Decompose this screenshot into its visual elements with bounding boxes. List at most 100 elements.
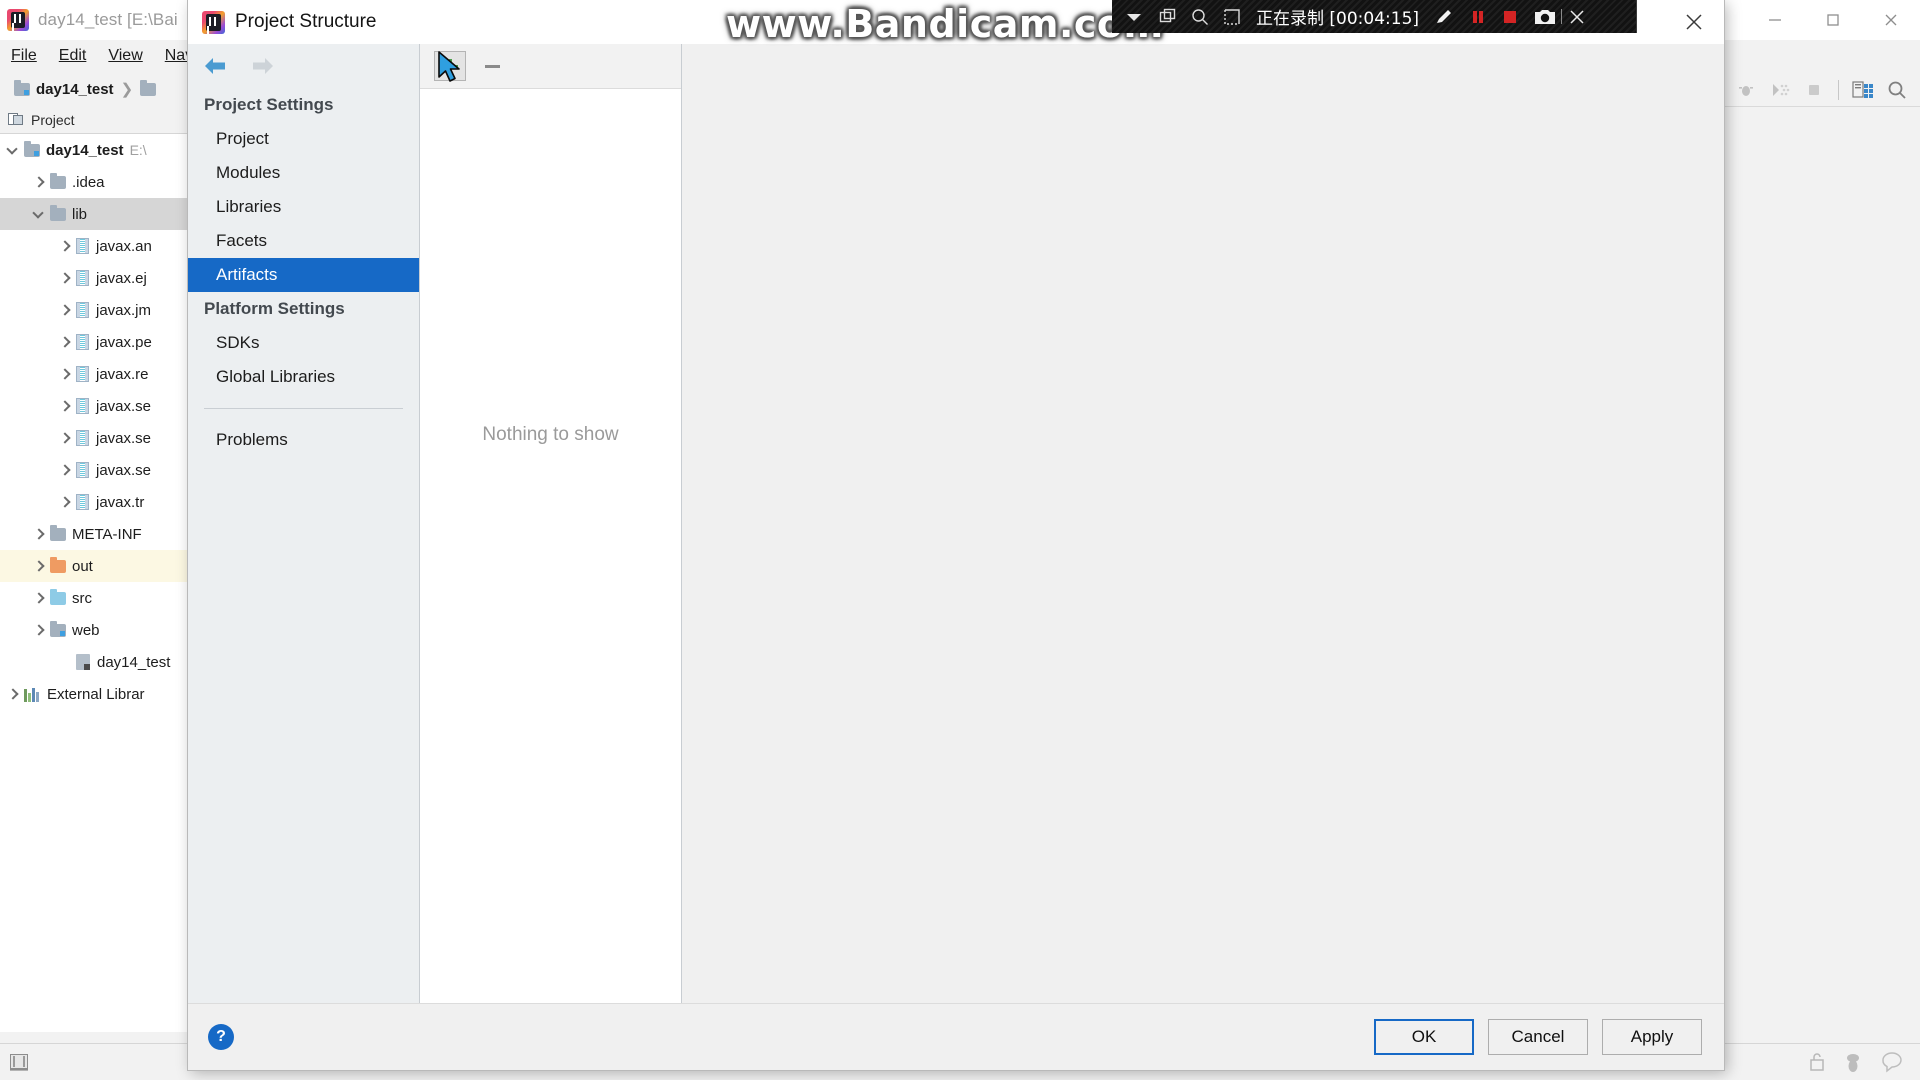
tree-expand-arrow-icon[interactable] bbox=[58, 655, 72, 669]
tree-row[interactable]: lib bbox=[0, 198, 188, 230]
sidebar-item-facets[interactable]: Facets bbox=[188, 224, 419, 258]
coverage-icon[interactable] bbox=[1765, 76, 1795, 104]
apply-button[interactable]: Apply bbox=[1602, 1019, 1702, 1055]
intellij-idea-logo bbox=[7, 9, 29, 31]
notifications-icon[interactable] bbox=[1880, 1051, 1904, 1073]
dialog-close-button[interactable] bbox=[1664, 0, 1724, 44]
ide-minimize-button[interactable] bbox=[1746, 0, 1804, 40]
dialog-nav-arrows bbox=[188, 44, 419, 88]
folder-icon bbox=[140, 79, 157, 96]
tree-expand-arrow-icon[interactable] bbox=[58, 495, 72, 509]
database-icon[interactable] bbox=[1848, 76, 1878, 104]
menu-file[interactable]: File bbox=[0, 44, 48, 68]
ok-button[interactable]: OK bbox=[1374, 1019, 1474, 1055]
tree-expand-arrow-icon[interactable] bbox=[32, 207, 46, 221]
module-folder-icon bbox=[24, 140, 40, 157]
screenshot-camera-icon[interactable] bbox=[1519, 0, 1557, 33]
inspector-icon[interactable] bbox=[1842, 1051, 1864, 1073]
tree-row[interactable]: javax.pe bbox=[0, 326, 188, 358]
tree-row-label: javax.tr bbox=[96, 493, 145, 511]
tree-row-label: javax.re bbox=[96, 365, 149, 383]
magnifier-icon[interactable] bbox=[1178, 0, 1210, 33]
tree-row-label: javax.jm bbox=[96, 301, 152, 319]
stop-icon[interactable] bbox=[1799, 76, 1829, 104]
artifacts-toolbar bbox=[420, 44, 681, 89]
tree-row[interactable]: javax.ej bbox=[0, 262, 188, 294]
tree-expand-arrow-icon[interactable] bbox=[58, 367, 72, 381]
tree-row[interactable]: .idea bbox=[0, 166, 188, 198]
tree-row[interactable]: web bbox=[0, 614, 188, 646]
tree-row-label: src bbox=[72, 589, 92, 607]
sidebar-group-title: Platform Settings bbox=[204, 299, 345, 318]
sidebar-item-global-libraries[interactable]: Global Libraries bbox=[188, 360, 419, 394]
ide-maximize-button[interactable] bbox=[1804, 0, 1862, 40]
tree-row[interactable]: META-INF bbox=[0, 518, 188, 550]
back-arrow-icon[interactable] bbox=[202, 55, 228, 77]
sidebar-item-libraries[interactable]: Libraries bbox=[188, 190, 419, 224]
dropdown-arrow-icon[interactable] bbox=[1112, 0, 1144, 33]
tree-row[interactable]: out bbox=[0, 550, 188, 582]
tree-row[interactable]: javax.se bbox=[0, 454, 188, 486]
jar-icon bbox=[76, 398, 89, 414]
dialog-sidebar: Project Settings Project Modules Libraries F… bbox=[188, 44, 420, 1004]
cancel-button[interactable]: Cancel bbox=[1488, 1019, 1588, 1055]
tree-expand-arrow-icon[interactable] bbox=[58, 239, 72, 253]
remove-artifact-button[interactable] bbox=[476, 51, 508, 81]
forward-arrow-icon[interactable] bbox=[250, 55, 276, 77]
menu-view[interactable]: View bbox=[97, 44, 153, 68]
tree-expand-arrow-icon[interactable] bbox=[58, 303, 72, 317]
tree-row[interactable]: day14_test E:\ bbox=[0, 134, 188, 166]
tree-expand-arrow-icon[interactable] bbox=[32, 175, 46, 189]
tree-expand-arrow-icon[interactable] bbox=[58, 335, 72, 349]
tree-expand-arrow-icon[interactable] bbox=[32, 623, 46, 637]
ide-close-button[interactable] bbox=[1862, 0, 1920, 40]
dialog-footer: ? OK Cancel Apply bbox=[188, 1003, 1724, 1070]
close-bandicam-icon[interactable] bbox=[1566, 0, 1588, 33]
pause-icon[interactable] bbox=[1455, 0, 1487, 33]
menu-edit[interactable]: Edit bbox=[48, 44, 98, 68]
intellij-idea-logo bbox=[202, 10, 225, 34]
tree-expand-arrow-icon[interactable] bbox=[6, 143, 20, 157]
tree-expand-arrow-icon[interactable] bbox=[58, 271, 72, 285]
tree-row[interactable]: javax.se bbox=[0, 390, 188, 422]
tree-row[interactable]: javax.tr bbox=[0, 486, 188, 518]
tree-expand-arrow-icon[interactable] bbox=[58, 399, 72, 413]
todo-toolwindow-icon[interactable] bbox=[8, 1052, 30, 1072]
tree-row[interactable]: javax.se bbox=[0, 422, 188, 454]
tree-row-label: lib bbox=[72, 205, 88, 223]
window-target-icon[interactable] bbox=[1144, 0, 1178, 33]
sidebar-item-project[interactable]: Project bbox=[188, 122, 419, 156]
module-folder-icon bbox=[14, 79, 30, 96]
tree-expand-arrow-icon[interactable] bbox=[32, 559, 46, 573]
add-artifact-button[interactable] bbox=[434, 51, 466, 81]
stop-record-icon[interactable] bbox=[1487, 0, 1519, 33]
tree-row[interactable]: src bbox=[0, 582, 188, 614]
tree-row[interactable]: javax.jm bbox=[0, 294, 188, 326]
lock-icon[interactable] bbox=[1808, 1052, 1826, 1072]
debug-icon[interactable] bbox=[1731, 76, 1761, 104]
sidebar-item-problems[interactable]: Problems bbox=[188, 423, 419, 457]
tree-row[interactable]: day14_test bbox=[0, 646, 188, 678]
project-toolwindow-header[interactable]: Project bbox=[0, 106, 188, 134]
tree-row[interactable]: javax.re bbox=[0, 358, 188, 390]
project-tree[interactable]: day14_test E:\ .idea lib javax.an javax.ej jav… bbox=[0, 134, 188, 1032]
tree-expand-arrow-icon[interactable] bbox=[58, 463, 72, 477]
breadcrumb[interactable]: day14_test ❯ bbox=[14, 79, 162, 98]
tree-row[interactable]: javax.an bbox=[0, 230, 188, 262]
menu-view-label: View bbox=[108, 47, 143, 64]
region-select-icon[interactable] bbox=[1210, 0, 1242, 33]
sidebar-item-modules[interactable]: Modules bbox=[188, 156, 419, 190]
help-button[interactable]: ? bbox=[208, 1024, 234, 1050]
draw-pencil-icon[interactable] bbox=[1425, 0, 1455, 33]
tree-expand-arrow-icon[interactable] bbox=[58, 431, 72, 445]
sidebar-item-artifacts[interactable]: Artifacts bbox=[188, 258, 419, 292]
plus-icon bbox=[442, 58, 458, 74]
tree-expand-arrow-icon[interactable] bbox=[6, 687, 20, 701]
tree-row[interactable]: External Librar bbox=[0, 678, 188, 710]
folder-icon bbox=[50, 524, 66, 541]
sidebar-item-sdks[interactable]: SDKs bbox=[188, 326, 419, 360]
jar-icon bbox=[76, 430, 89, 446]
tree-expand-arrow-icon[interactable] bbox=[32, 591, 46, 605]
tree-expand-arrow-icon[interactable] bbox=[32, 527, 46, 541]
search-everywhere-icon[interactable] bbox=[1882, 76, 1912, 104]
